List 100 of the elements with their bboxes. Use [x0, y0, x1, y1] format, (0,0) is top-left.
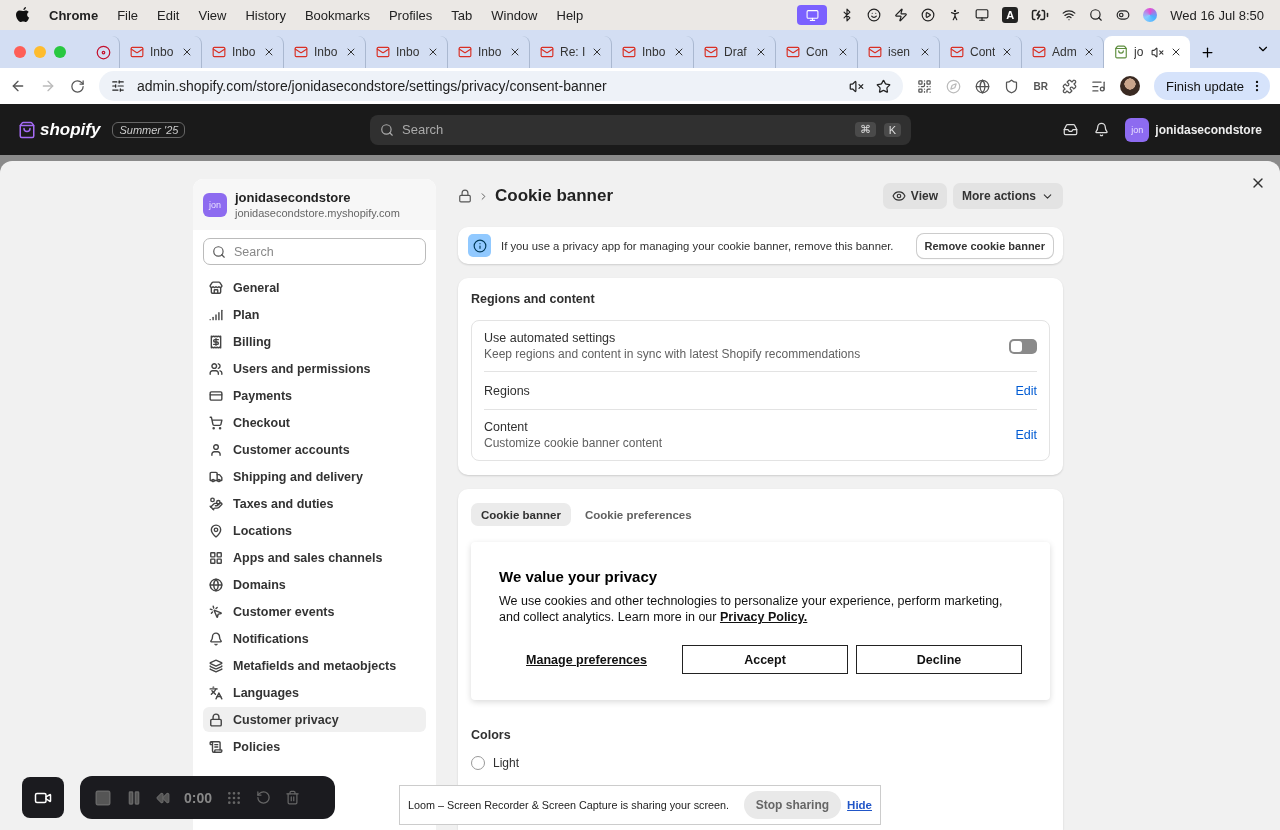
shortcut-key: ⌘	[854, 122, 876, 137]
manage-preferences-link[interactable]: Manage preferences	[499, 645, 674, 674]
menu-item[interactable]: File	[117, 7, 139, 23]
smile-icon	[867, 8, 882, 22]
search-icon	[380, 122, 394, 137]
siri-icon[interactable]	[1143, 8, 1158, 22]
close-icon	[509, 46, 521, 58]
menu-item[interactable]: Profiles	[388, 7, 433, 23]
nav-item[interactable]: Customer events	[203, 599, 426, 624]
banner-button[interactable]: Decline	[856, 645, 1022, 674]
preview-tab[interactable]: Cookie preferences	[574, 503, 702, 526]
extension-label[interactable]: BR	[1033, 80, 1048, 92]
mail-icon	[786, 45, 800, 59]
nav-item[interactable]: Payments	[203, 383, 426, 408]
store-menu[interactable]: jon jonidasecondstore	[1125, 117, 1262, 142]
site-settings-icon[interactable]	[111, 79, 125, 93]
mute-icon[interactable]	[849, 78, 865, 94]
finish-update-button[interactable]: Finish update	[1153, 72, 1270, 100]
close-icon	[181, 46, 193, 58]
hide-link[interactable]: Hide	[847, 799, 872, 811]
mail-icon	[458, 45, 472, 59]
edit-link[interactable]: Edit	[1015, 383, 1037, 398]
reload-icon	[70, 78, 85, 94]
display-icon	[975, 8, 990, 22]
apple-icon[interactable]	[16, 7, 30, 23]
shopify-logo-icon	[18, 120, 36, 139]
search-icon	[212, 244, 226, 259]
back-icon	[10, 78, 26, 94]
menu-item[interactable]: View	[198, 7, 227, 23]
menu-item[interactable]: Bookmarks	[304, 7, 370, 23]
camera-button[interactable]	[22, 777, 64, 818]
banner-button[interactable]: Accept	[682, 645, 848, 674]
nav-item[interactable]: Apps and sales channels	[203, 545, 426, 570]
search-field[interactable]: Search	[203, 238, 426, 265]
shortcut-key: K	[883, 122, 901, 137]
nav-item[interactable]: General	[203, 275, 426, 300]
nav-item[interactable]: Metafields and metaobjects	[203, 653, 426, 678]
store-avatar: jon	[1125, 117, 1150, 142]
menu-item[interactable]: History	[245, 7, 286, 23]
edit-link[interactable]: Edit	[1015, 428, 1037, 442]
browser-tab[interactable]: jo	[1104, 36, 1190, 68]
more-actions-button[interactable]: More actions	[953, 183, 1063, 209]
menu-item[interactable]: Window	[491, 7, 538, 23]
card-title: Regions and content	[471, 292, 596, 306]
profile-avatar[interactable]	[1119, 76, 1140, 96]
menu-item[interactable]: Edit	[157, 7, 180, 23]
logo-text[interactable]: shopify	[40, 119, 101, 140]
radio-option[interactable]: Light	[471, 756, 1050, 770]
nav-item[interactable]: Shipping and delivery	[203, 464, 426, 489]
close-icon	[1083, 46, 1095, 58]
nav-item[interactable]: Taxes and duties	[203, 491, 426, 516]
nav-item[interactable]: Users and permissions	[203, 356, 426, 381]
nav-item[interactable]: Locations	[203, 518, 426, 543]
mail-icon	[130, 45, 144, 59]
menu-item[interactable]: Help	[556, 7, 584, 23]
new-tab-icon	[1200, 44, 1215, 60]
stop-sharing-button[interactable]: Stop sharing	[743, 791, 842, 819]
app-menu[interactable]: Chrome	[49, 7, 99, 23]
search-field[interactable]: Search ⌘ K	[370, 114, 911, 145]
nav-item[interactable]: Plan	[203, 302, 426, 327]
layers-icon	[209, 658, 223, 673]
display-icon	[805, 8, 819, 22]
eye-icon	[891, 189, 906, 203]
edition-badge: Summer '25	[112, 121, 186, 138]
privacy-policy-link[interactable]: Privacy Policy.	[719, 610, 808, 624]
close-icon	[919, 46, 931, 58]
page-title: Cookie banner	[495, 186, 614, 206]
store-icon	[209, 280, 223, 295]
date-time: Wed 16 Jul 8:50	[1170, 7, 1264, 23]
close-icon	[673, 46, 685, 58]
star-icon[interactable]	[876, 78, 892, 94]
address-bar[interactable]: admin.shopify.com/store/jonidasecondstore/settings/privacy/consent-banner	[99, 71, 904, 101]
bell-icon	[209, 631, 223, 646]
shield-icon	[1004, 78, 1020, 94]
nav-item[interactable]: Customer privacy	[203, 707, 426, 732]
mail-icon	[868, 45, 882, 59]
receipt-icon	[209, 334, 223, 349]
truck-icon	[209, 469, 223, 484]
radio-icon[interactable]	[471, 756, 485, 770]
remove-banner-button[interactable]: Remove cookie banner	[916, 233, 1053, 258]
nav-item[interactable]: Notifications	[203, 626, 426, 651]
close-icon[interactable]	[14, 46, 26, 58]
nav-item[interactable]: Languages	[203, 680, 426, 705]
toggle-switch[interactable]	[1009, 338, 1037, 354]
nav-item[interactable]: Customer accounts	[203, 437, 426, 462]
row-title: Use automated settings	[484, 331, 617, 345]
cart-icon	[209, 415, 223, 430]
menu-item[interactable]: Tab	[451, 7, 473, 23]
screen-share-button[interactable]	[797, 5, 828, 25]
preview-tab[interactable]: Cookie banner	[471, 503, 571, 526]
person-icon	[209, 442, 223, 457]
bag-icon	[1114, 45, 1128, 59]
nav-item[interactable]: Billing	[203, 329, 426, 354]
nav-item[interactable]: Policies	[203, 734, 426, 759]
nav-item[interactable]: Domains	[203, 572, 426, 597]
view-button[interactable]: View	[882, 183, 947, 209]
wifi-icon	[1062, 8, 1077, 22]
nav-item[interactable]: Checkout	[203, 410, 426, 435]
input-source[interactable]: A	[1002, 7, 1019, 23]
banner-title: We value your privacy	[499, 568, 659, 585]
